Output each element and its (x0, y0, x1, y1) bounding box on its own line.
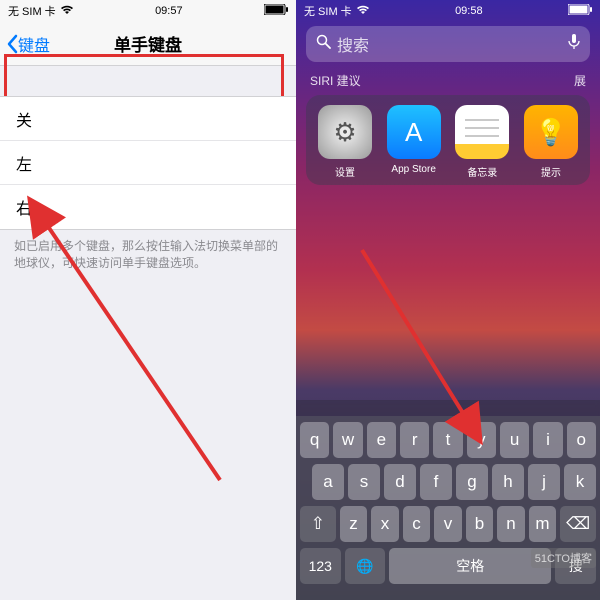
key-k[interactable]: k (564, 464, 596, 500)
keyboard: qwertyuio asdfghjk ⇧zxcvbnm⌫ 123🌐空格搜 (296, 416, 600, 600)
key-globe[interactable]: 🌐 (345, 548, 386, 584)
key-⇧[interactable]: ⇧ (300, 506, 336, 542)
carrier-text: 无 SIM 卡 (304, 3, 352, 19)
siri-more[interactable]: 展 (574, 72, 586, 89)
search-bar[interactable]: 搜索 (306, 26, 590, 62)
app-App Store[interactable]: A App Store (381, 105, 447, 179)
tips-icon: 💡 (524, 105, 578, 159)
key-n[interactable]: n (497, 506, 525, 542)
annotation-arrow (0, 0, 296, 600)
battery-icon (264, 4, 288, 18)
clock: 09:57 (155, 5, 183, 17)
app-label: 备忘录 (467, 164, 497, 179)
app-label: App Store (391, 164, 435, 175)
wifi-icon (60, 5, 74, 18)
key-h[interactable]: h (492, 464, 524, 500)
app-设置[interactable]: ⚙ 设置 (312, 105, 378, 179)
footer-help-text: 如已启用多个键盘，那么按住输入法切换菜单部的地球仪，可快速访问单手键盘选项。 (0, 230, 296, 272)
gear-icon: ⚙ (318, 105, 372, 159)
key-⌫[interactable]: ⌫ (560, 506, 596, 542)
key-e[interactable]: e (367, 422, 396, 458)
chevron-left-icon (6, 34, 18, 54)
key-g[interactable]: g (456, 464, 488, 500)
keyboard-row-1: qwertyuio (296, 422, 598, 458)
mic-icon[interactable] (568, 34, 580, 55)
key-z[interactable]: z (340, 506, 368, 542)
key-r[interactable]: r (400, 422, 429, 458)
carrier-text: 无 SIM 卡 (8, 3, 56, 19)
status-bar: 无 SIM 卡 09:57 (0, 0, 296, 22)
key-u[interactable]: u (500, 422, 529, 458)
key-w[interactable]: w (333, 422, 362, 458)
notes-icon (455, 105, 509, 159)
options-list: 关 左 右 (0, 96, 296, 230)
key-s[interactable]: s (348, 464, 380, 500)
option-off[interactable]: 关 (0, 97, 296, 141)
clock: 09:58 (455, 5, 483, 17)
battery-icon (568, 4, 592, 18)
keyboard-row-3: ⇧zxcvbnm⌫ (296, 506, 598, 542)
key-x[interactable]: x (371, 506, 399, 542)
key-d[interactable]: d (384, 464, 416, 500)
key-y[interactable]: y (467, 422, 496, 458)
siri-suggestions-header: SIRI 建议 展 (296, 62, 600, 93)
key-c[interactable]: c (403, 506, 431, 542)
key-q[interactable]: q (300, 422, 329, 458)
app-label: 提示 (541, 164, 561, 179)
status-bar: 无 SIM 卡 09:58 (296, 0, 600, 22)
app-提示[interactable]: 💡 提示 (518, 105, 584, 179)
key-numbers[interactable]: 123 (300, 548, 341, 584)
key-b[interactable]: b (466, 506, 494, 542)
spotlight-screen: 无 SIM 卡 09:58 搜索 SIRI 建议 展 ⚙ 设置 A App Store… (296, 0, 600, 600)
watermark: 51CTO博客 (531, 548, 596, 568)
option-right[interactable]: 右 (0, 185, 296, 229)
nav-bar: 键盘 单手键盘 (0, 22, 296, 66)
key-a[interactable]: a (312, 464, 344, 500)
key-f[interactable]: f (420, 464, 452, 500)
siri-app-panel: ⚙ 设置 A App Store 备忘录 💡 提示 (306, 95, 590, 185)
siri-label: SIRI 建议 (310, 72, 361, 89)
key-o[interactable]: o (567, 422, 596, 458)
key-space[interactable]: 空格 (389, 548, 551, 584)
settings-screen: 无 SIM 卡 09:57 键盘 单手键盘 关 左 右 如已启用多个键盘，那么按… (0, 0, 296, 600)
option-left[interactable]: 左 (0, 141, 296, 185)
search-icon (316, 34, 331, 54)
back-button[interactable]: 键盘 (6, 32, 50, 56)
key-v[interactable]: v (434, 506, 462, 542)
app-label: 设置 (335, 164, 355, 179)
key-j[interactable]: j (528, 464, 560, 500)
key-m[interactable]: m (529, 506, 557, 542)
back-label: 键盘 (18, 32, 50, 56)
page-title: 单手键盘 (114, 31, 182, 56)
app-备忘录[interactable]: 备忘录 (449, 105, 515, 179)
key-t[interactable]: t (433, 422, 462, 458)
key-i[interactable]: i (533, 422, 562, 458)
keyboard-row-2: asdfghjk (296, 464, 598, 500)
wifi-icon (356, 5, 370, 18)
search-placeholder: 搜索 (337, 32, 568, 56)
appstore-icon: A (387, 105, 441, 159)
